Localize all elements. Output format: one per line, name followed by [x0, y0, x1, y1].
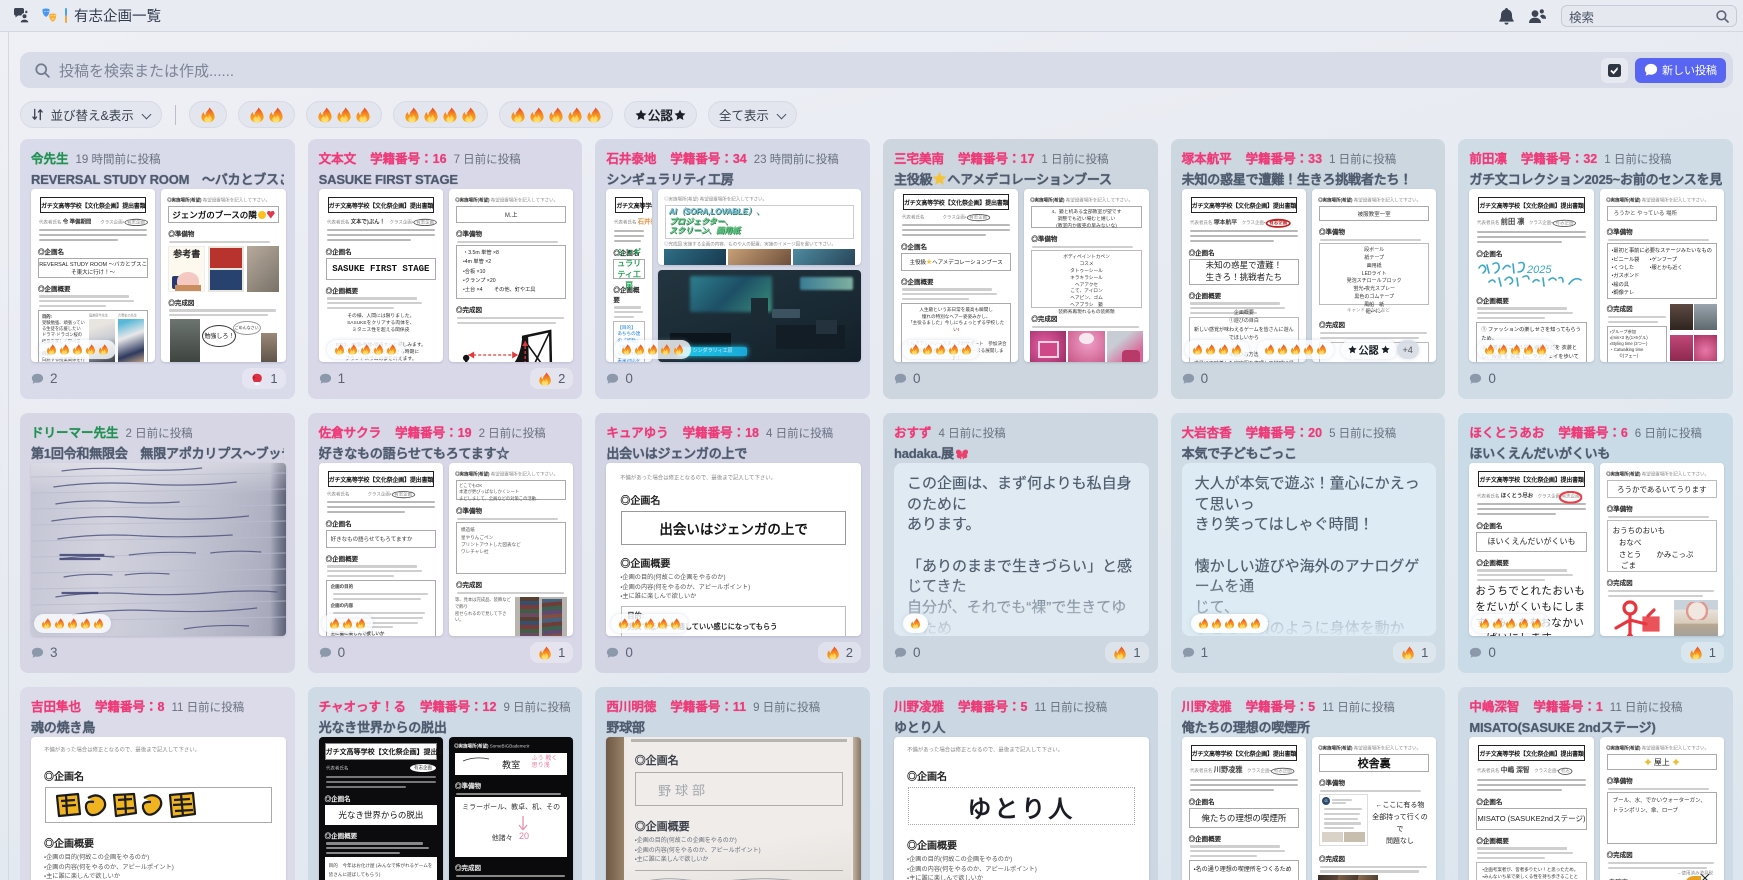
- svg-text:20: 20: [519, 831, 529, 840]
- svg-text:2025: 2025: [1526, 264, 1552, 276]
